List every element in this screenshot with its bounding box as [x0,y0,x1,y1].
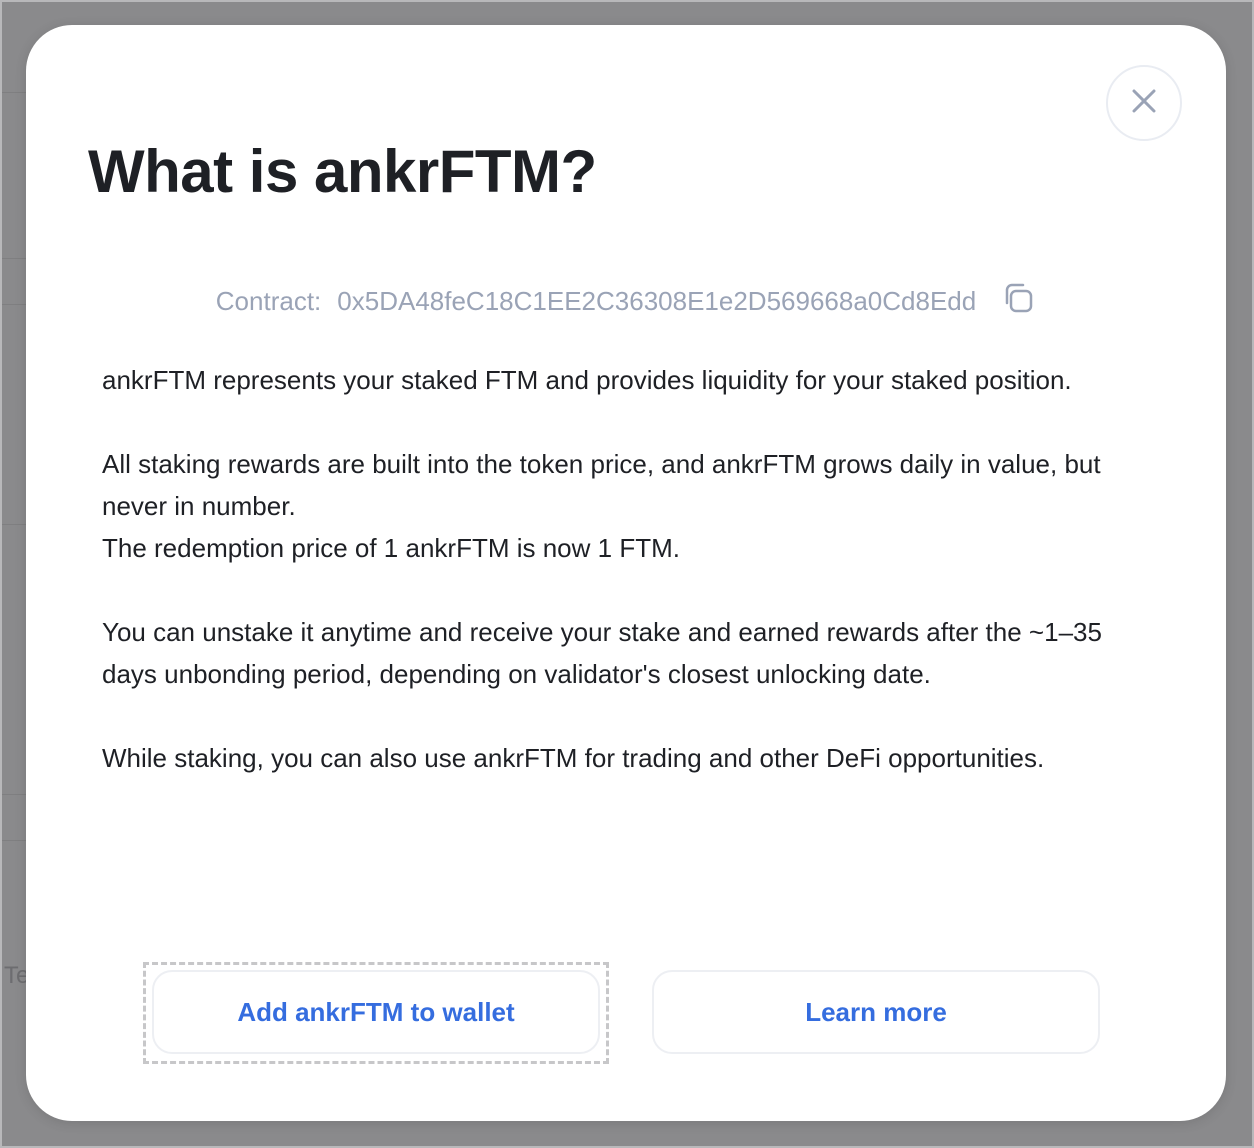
contract-row: Contract: 0x5DA48feC18C1EE2C36308E1e2D56… [26,283,1226,319]
close-button[interactable] [1106,65,1182,141]
description-text: ankrFTM represents your staked FTM and p… [102,359,1162,779]
description-paragraph: The redemption price of 1 ankrFTM is now… [102,533,680,563]
add-to-wallet-button[interactable]: Add ankrFTM to wallet [152,970,600,1054]
copy-address-button[interactable] [1000,283,1036,319]
contract-address: 0x5DA48feC18C1EE2C36308E1e2D569668a0Cd8E… [337,285,977,316]
description-paragraph: You can unstake it anytime and receive y… [102,617,1102,689]
contract-label: Contract: [215,285,322,316]
description-paragraph: While staking, you can also use ankrFTM … [102,743,1045,773]
description-paragraph: ankrFTM represents your staked FTM and p… [102,365,1072,395]
description-paragraph: All staking rewards are built into the t… [102,449,1101,521]
learn-more-button[interactable]: Learn more [652,970,1100,1054]
modal-title: What is ankrFTM? [88,138,597,205]
info-modal: What is ankrFTM? Contract: 0x5DA48feC18C… [26,25,1226,1121]
copy-icon [1001,281,1035,322]
close-icon [1131,88,1157,119]
